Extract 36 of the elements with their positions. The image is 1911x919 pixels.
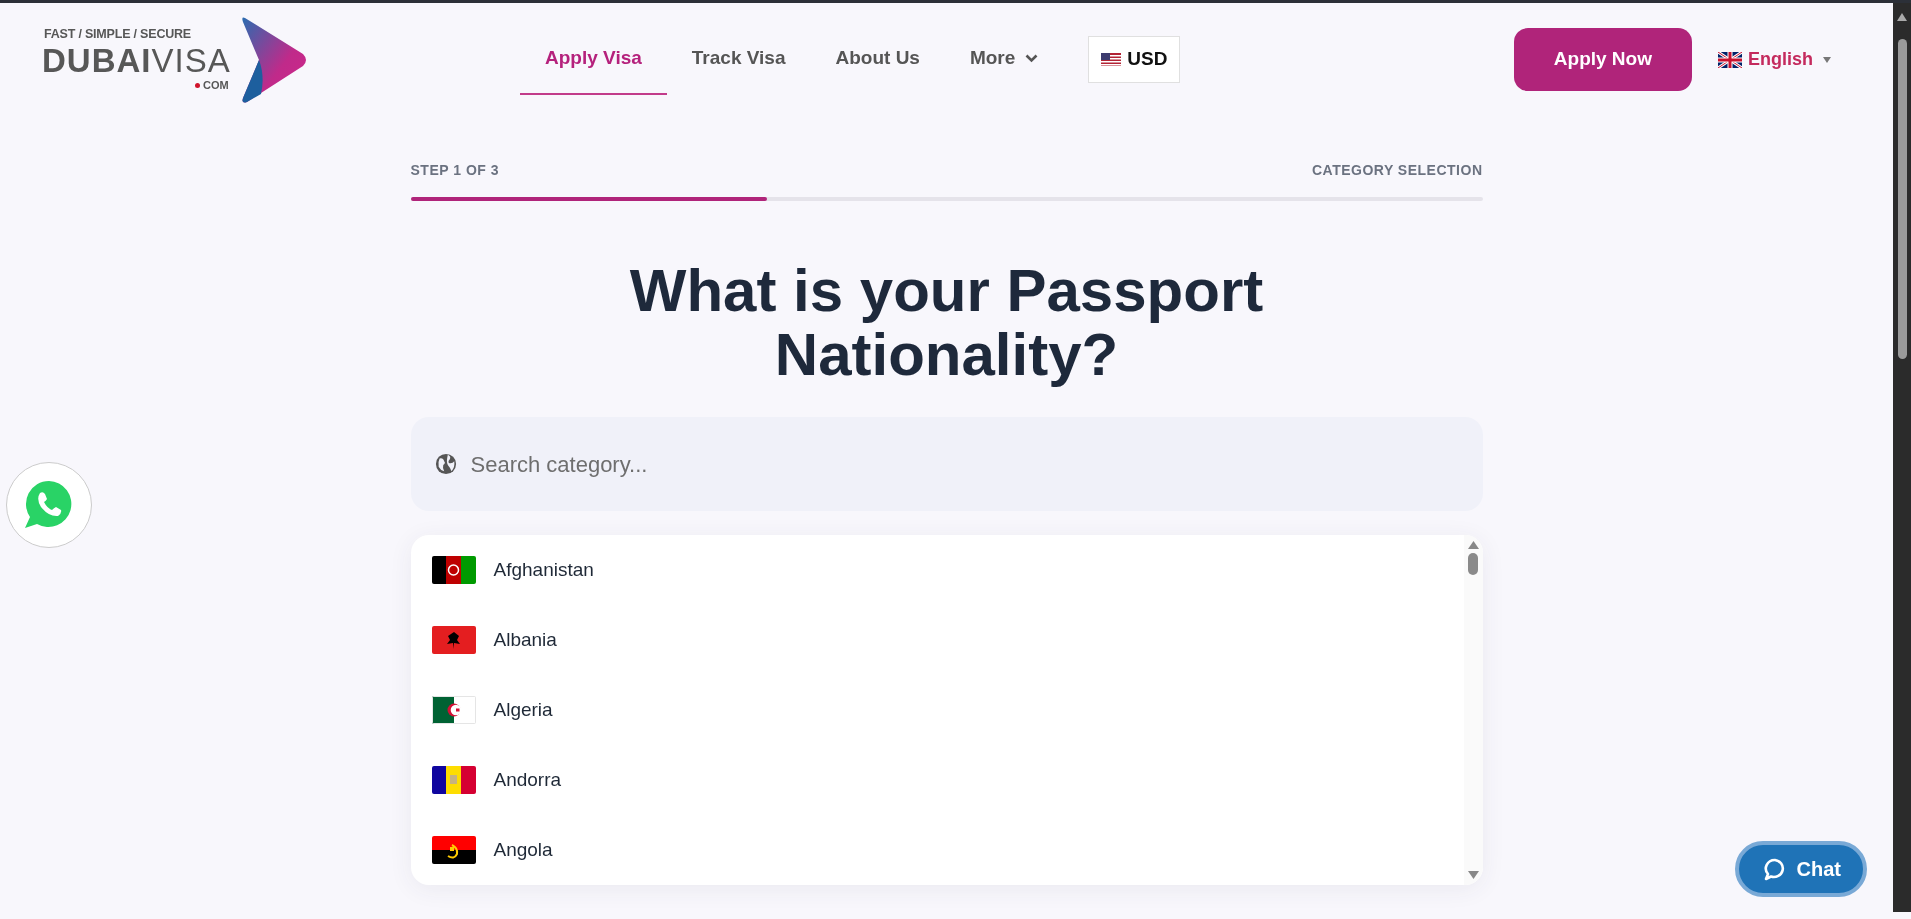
scrollbar-thumb[interactable] (1468, 553, 1478, 576)
logo-tagline: FAST / SIMPLE / SECURE (44, 26, 192, 44)
dot-icon (195, 82, 201, 88)
scroll-down-icon[interactable] (1467, 871, 1479, 880)
search-field[interactable]: Search category... (410, 417, 1483, 512)
logo-wordmark: DUBAIVISA (42, 44, 231, 78)
logo-domain: COM (203, 78, 229, 94)
flag-icon (1718, 51, 1742, 68)
chat-button[interactable]: Chat (1734, 841, 1867, 897)
flag-icon (1101, 53, 1122, 66)
country-option[interactable]: Algeria (410, 675, 1464, 746)
flag-icon (431, 626, 476, 655)
currency-button[interactable]: USD (1088, 36, 1181, 83)
country-option[interactable]: Afghanistan (410, 535, 1464, 606)
nav-link[interactable]: Apply Visa (520, 24, 667, 95)
language-selector[interactable]: English (1718, 46, 1831, 73)
scroll-up-icon[interactable] (1897, 13, 1907, 21)
country-option[interactable]: Angola (410, 815, 1464, 886)
flag-icon (431, 556, 476, 585)
scrollbar-thumb[interactable] (1897, 39, 1907, 359)
step-counter: STEP 1 OF 3 (410, 161, 499, 180)
nav-link[interactable]: Track Visa (666, 24, 811, 95)
chevron-down-icon (1025, 54, 1039, 63)
country-option[interactable]: Albania (410, 605, 1464, 676)
flag-icon (431, 836, 476, 865)
scroll-up-icon[interactable] (1467, 541, 1479, 550)
country-option[interactable]: Andorra (410, 745, 1464, 816)
step-title: CATEGORY SELECTION (1311, 161, 1483, 180)
nav-dropdown[interactable]: More (944, 24, 1064, 95)
nav-link[interactable]: About Us (810, 24, 945, 95)
apply-now-button[interactable]: Apply Now (1513, 28, 1692, 91)
page-heading: What is your Passport Nationality? (628, 259, 1265, 388)
caret-icon (1823, 56, 1831, 63)
flag-icon (431, 696, 476, 725)
flag-icon (431, 766, 476, 795)
speech-bubble-icon (1762, 857, 1787, 881)
